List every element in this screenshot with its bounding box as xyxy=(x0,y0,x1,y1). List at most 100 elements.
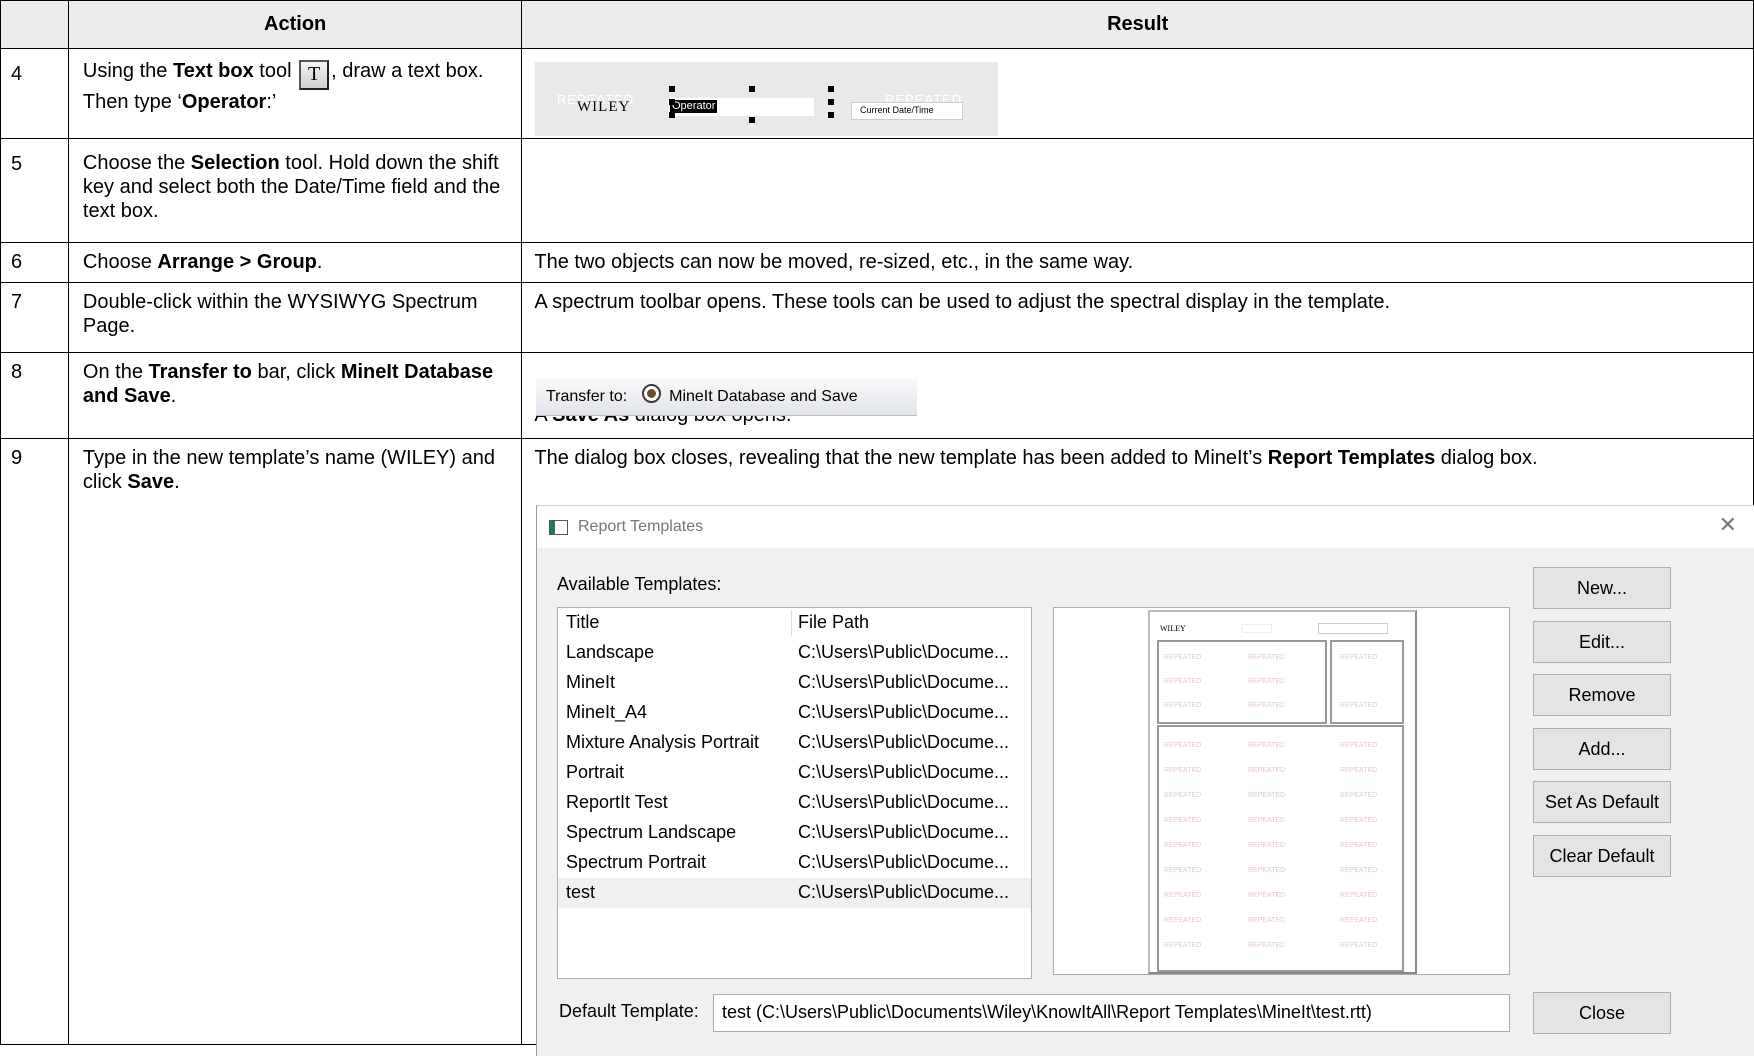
preview-watermark: REPEATED xyxy=(1340,702,1378,709)
preview-watermark: REPEATED xyxy=(1248,842,1286,849)
column-file-path[interactable]: File Path xyxy=(798,612,869,633)
preview-structure-box xyxy=(1330,640,1404,724)
wiley-logo: WILEY xyxy=(577,99,631,115)
header-action: Action xyxy=(67,0,523,49)
action-bold: Operator xyxy=(181,91,267,113)
close-icon[interactable]: ✕ xyxy=(1719,512,1737,538)
text-box-tool-icon: T xyxy=(299,60,330,90)
selection-handle[interactable] xyxy=(828,99,834,105)
list-item[interactable]: MineIt_A4 C:\Users\Public\Docume... xyxy=(558,698,1031,728)
default-template-value: test (C:\Users\Public\Documents\Wiley\Kn… xyxy=(722,1002,1372,1022)
dialog-title-bar: Report Templates ✕ xyxy=(537,506,1754,548)
action-text: On the xyxy=(82,361,149,383)
add-button[interactable]: Add... xyxy=(1533,728,1671,770)
preview-operator-box xyxy=(1242,624,1272,633)
selection-handle[interactable] xyxy=(828,86,834,92)
dialog-title: Report Templates xyxy=(578,518,704,535)
step-number: 9 xyxy=(0,438,69,1045)
operator-text: Operator xyxy=(670,100,718,113)
transfer-label: Transfer to: xyxy=(546,388,628,405)
step-number: 6 xyxy=(0,242,69,283)
step-number: 5 xyxy=(0,138,69,243)
result-text: dialog box. xyxy=(1435,447,1538,469)
default-template-field[interactable]: test (C:\Users\Public\Documents\Wiley\Kn… xyxy=(713,994,1510,1032)
step-action: Using the Text box tool T, draw a text b… xyxy=(67,48,523,139)
set-as-default-button[interactable]: Set As Default xyxy=(1533,781,1671,823)
list-item[interactable]: Portrait C:\Users\Public\Docume... xyxy=(558,758,1031,788)
template-path: C:\Users\Public\Docume... xyxy=(798,882,1010,902)
list-header: Title File Path xyxy=(558,608,1031,638)
action-text: . xyxy=(174,471,180,493)
selection-handle[interactable] xyxy=(749,86,755,92)
step-action: Type in the new template’s name (WILEY) … xyxy=(67,438,523,1045)
selection-handle[interactable] xyxy=(669,112,675,118)
template-title: Spectrum Landscape xyxy=(566,822,737,842)
preview-watermark: REPEATED xyxy=(1340,792,1378,799)
operator-text-box[interactable]: Operator xyxy=(668,98,814,116)
preview-watermark: REPEATED xyxy=(1340,742,1378,749)
preview-watermark: REPEATED xyxy=(1164,767,1202,774)
step-action: Choose Arrange > Group. xyxy=(67,242,523,283)
preview-watermark: REPEATED xyxy=(1164,654,1202,661)
list-item[interactable]: ReportIt Test C:\Users\Public\Docume... xyxy=(558,788,1031,818)
preview-watermark: REPEATED xyxy=(1340,867,1378,874)
templates-list[interactable]: Title File Path Landscape C:\Users\Public… xyxy=(557,607,1032,979)
template-title: Portrait xyxy=(566,762,625,782)
action-text: Choose xyxy=(82,251,158,273)
date-time-field[interactable]: Current Date/Time xyxy=(851,102,963,120)
date-time-text: Current Date/Time xyxy=(860,105,934,115)
transfer-to-bar: Transfer to: MineIt Database and Save xyxy=(536,378,917,416)
edit-button[interactable]: Edit... xyxy=(1533,621,1671,663)
clear-default-button[interactable]: Clear Default xyxy=(1533,835,1671,877)
preview-watermark: REPEATED xyxy=(1164,892,1202,899)
close-button[interactable]: Close xyxy=(1533,992,1671,1034)
mineit-save-button[interactable]: MineIt Database and Save xyxy=(641,384,858,405)
preview-watermark: REPEATED xyxy=(1340,942,1378,949)
action-bold: Save xyxy=(127,471,175,493)
selection-handle[interactable] xyxy=(669,99,675,105)
action-bold: Text box xyxy=(172,60,254,82)
step-result xyxy=(521,138,1754,243)
list-item-selected[interactable]: test C:\Users\Public\Docume... xyxy=(558,878,1031,908)
template-title: ReportIt Test xyxy=(566,792,668,812)
step-number: 4 xyxy=(0,48,69,139)
new-button[interactable]: New... xyxy=(1533,567,1671,609)
mineit-icon xyxy=(641,384,661,403)
action-text: . xyxy=(170,385,177,407)
list-item[interactable]: Mixture Analysis Portrait C:\Users\Public… xyxy=(558,728,1031,758)
mineit-save-label: MineIt Database and Save xyxy=(669,388,858,405)
preview-watermark: REPEATED xyxy=(1164,817,1202,824)
preview-watermark: REPEATED xyxy=(1248,817,1286,824)
preview-watermark: REPEATED xyxy=(1248,942,1286,949)
selection-handle[interactable] xyxy=(828,112,834,118)
template-title: test xyxy=(566,882,596,902)
action-text: Using the xyxy=(82,60,173,82)
preview-page: WILEY REPEATED REPEATED REPEATED REPEATE… xyxy=(1148,610,1417,974)
action-text: :’ xyxy=(266,91,277,113)
template-path: C:\Users\Public\Docume... xyxy=(798,792,1010,812)
preview-watermark: REPEATED xyxy=(1248,792,1286,799)
template-path: C:\Users\Public\Docume... xyxy=(798,732,1010,752)
preview-watermark: REPEATED xyxy=(1248,702,1286,709)
list-item[interactable]: MineIt C:\Users\Public\Docume... xyxy=(558,668,1031,698)
report-templates-dialog: Report Templates ✕ Available Templates: … xyxy=(536,505,1754,1056)
action-text: bar, click xyxy=(251,361,341,383)
list-item[interactable]: Landscape C:\Users\Public\Docume... xyxy=(558,638,1031,668)
list-item[interactable]: Spectrum Landscape C:\Users\Public\Docume… xyxy=(558,818,1031,848)
preview-watermark: REPEATED xyxy=(1248,742,1286,749)
preview-watermark: REPEATED xyxy=(1164,942,1202,949)
remove-button[interactable]: Remove xyxy=(1533,674,1671,716)
template-title: Landscape xyxy=(566,642,655,662)
selection-handle[interactable] xyxy=(749,117,755,123)
preview-watermark: REPEATED xyxy=(1164,792,1202,799)
list-item[interactable]: Spectrum Portrait C:\Users\Public\Docume.… xyxy=(558,848,1031,878)
result-text: The dialog box closes, revealing that th… xyxy=(534,447,1268,469)
action-bold: Arrange > Group xyxy=(157,251,317,273)
selection-handle[interactable] xyxy=(669,86,675,92)
step-result: The two objects can now be moved, re-siz… xyxy=(521,242,1754,283)
available-templates-label: Available Templates: xyxy=(557,574,722,594)
preview-watermark: REPEATED xyxy=(1164,842,1202,849)
action-bold: Transfer to xyxy=(148,361,252,383)
column-title[interactable]: Title xyxy=(566,612,599,633)
preview-date-box xyxy=(1318,623,1388,634)
